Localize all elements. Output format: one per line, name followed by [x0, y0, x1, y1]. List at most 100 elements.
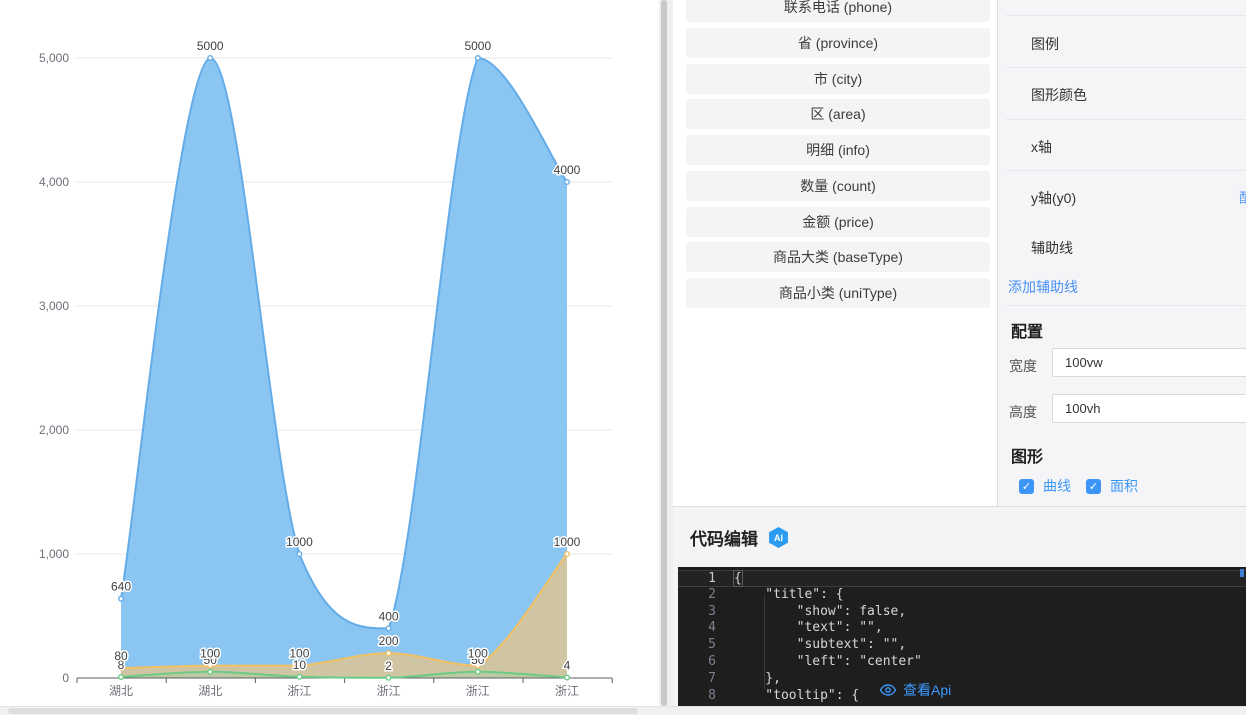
json-code-editor[interactable]: 1{2 "title": {3 "show": false,4 "text": … [678, 567, 1246, 708]
field-item[interactable]: 区 (area) [686, 99, 990, 129]
shape-options-row: ✓ 曲线 ✓ 面积 [1019, 476, 1138, 496]
area-chart-svg: 01,0002,0003,0004,0005,000湖北湖北浙江浙江浙江浙江85… [0, 0, 658, 706]
data-label: 5000 [464, 39, 491, 53]
area-chart-preview[interactable]: 01,0002,0003,0004,0005,000湖北湖北浙江浙江浙江浙江85… [0, 0, 658, 706]
settings-row[interactable]: 辅助线 [1031, 238, 1073, 258]
eye-icon [880, 684, 896, 696]
line-code: }, [734, 671, 781, 688]
editor-line[interactable]: 8 "tooltip": { [678, 688, 1246, 705]
y-tick-label: 3,000 [39, 299, 69, 313]
data-label: 1000 [286, 535, 313, 549]
y-tick-label: 5,000 [39, 51, 69, 65]
settings-row[interactable]: 图例 [1031, 34, 1059, 54]
field-item[interactable]: 金额 (price) [686, 207, 990, 237]
vertical-scrollbar-thumb[interactable] [661, 0, 667, 706]
line-number: 2 [678, 587, 716, 604]
settings-row[interactable]: x轴 [1031, 137, 1052, 157]
data-point [386, 626, 391, 631]
add-guide-line-link[interactable]: 添加辅助线 [1008, 277, 1078, 297]
line-code: "left": "center" [734, 654, 922, 671]
data-point [208, 56, 213, 61]
divider [1006, 170, 1246, 171]
height-input[interactable] [1052, 394, 1246, 423]
line-code: "subtext": "", [734, 637, 906, 654]
ai-icon[interactable]: AI [768, 527, 789, 548]
field-item[interactable]: 商品大类 (baseType) [686, 242, 990, 272]
settings-row[interactable]: 图形颜色 [1031, 85, 1087, 105]
code-edit-title: 代码编辑 [690, 525, 758, 550]
area-checkbox-label[interactable]: 面积 [1110, 476, 1138, 496]
line-number: 1 [678, 571, 716, 586]
data-point [386, 675, 391, 680]
code-edit-section: 代码编辑 AI 1{2 "title": {3 "show": false,4 … [673, 506, 1246, 706]
editor-line[interactable]: 1{ [678, 570, 1246, 587]
shape-heading: 图形 [1011, 443, 1043, 467]
config-heading: 配置 [1011, 318, 1043, 342]
field-item[interactable]: 联系电话 (phone) [686, 0, 990, 22]
line-number: 4 [678, 620, 716, 637]
view-api-label: 查看Api [903, 680, 951, 700]
data-label: 4000 [554, 163, 581, 177]
dataset-fields-panel: 联系电话 (phone) 省 (province) 市 (city) 区 (area)… [673, 0, 997, 506]
data-point [208, 670, 213, 675]
view-api-link[interactable]: 查看Api [880, 680, 951, 700]
x-tick-label: 湖北 [109, 683, 133, 698]
settings-row[interactable]: y轴(y0) [1031, 188, 1076, 208]
field-item[interactable]: 商品小类 (uniType) [686, 278, 990, 308]
data-label: 100 [289, 647, 309, 661]
data-label: 1000 [554, 535, 581, 549]
data-label: 640 [111, 580, 131, 594]
code-edit-header: 代码编辑 AI [690, 525, 789, 550]
minimap-marker [1240, 569, 1244, 577]
line-code: "text": "", [734, 620, 883, 637]
field-item[interactable]: 市 (city) [686, 64, 990, 94]
data-point [565, 675, 570, 680]
series-area [121, 58, 567, 678]
x-tick-label: 浙江 [555, 684, 579, 698]
data-point [565, 552, 570, 557]
line-code: "title": { [734, 587, 844, 604]
x-tick-label: 浙江 [377, 684, 401, 698]
line-code: "tooltip": { [734, 688, 859, 705]
field-item[interactable]: 明细 (info) [686, 135, 990, 165]
data-point [119, 675, 124, 680]
line-code: "show": false, [734, 604, 906, 621]
chart-builder-app: 01,0002,0003,0004,0005,000湖北湖北浙江浙江浙江浙江85… [0, 0, 1246, 715]
data-label: 200 [379, 634, 399, 648]
data-label: 100 [200, 647, 220, 661]
vertical-scrollbar[interactable] [659, 0, 673, 706]
y-tick-label: 2,000 [39, 423, 69, 437]
divider [1006, 119, 1246, 120]
curve-checkbox-label[interactable]: 曲线 [1043, 476, 1071, 496]
data-label: 5000 [197, 39, 224, 53]
line-number: 8 [678, 688, 716, 705]
data-point [119, 596, 124, 601]
field-item[interactable]: 省 (province) [686, 28, 990, 58]
height-label: 高度 [1009, 402, 1037, 422]
horizontal-scrollbar-thumb[interactable] [8, 708, 638, 714]
data-point [476, 56, 481, 61]
width-label: 宽度 [1009, 356, 1037, 376]
line-number: 3 [678, 604, 716, 621]
y-tick-label: 4,000 [39, 175, 69, 189]
divider [1006, 305, 1246, 306]
line-number: 7 [678, 671, 716, 688]
data-label: 2 [385, 659, 392, 673]
curve-checkbox[interactable]: ✓ [1019, 479, 1034, 494]
width-input[interactable] [1052, 348, 1246, 377]
data-point [297, 674, 302, 679]
line-number: 6 [678, 654, 716, 671]
data-point [386, 651, 391, 656]
line-code: { [734, 571, 742, 586]
area-checkbox[interactable]: ✓ [1086, 479, 1101, 494]
horizontal-scrollbar[interactable] [0, 706, 1246, 715]
data-label: 80 [114, 649, 128, 663]
y-tick-label: 0 [62, 671, 69, 685]
x-tick-label: 浙江 [466, 684, 490, 698]
clipped-link-fragment[interactable]: 配 [1239, 188, 1246, 206]
x-tick-label: 湖北 [198, 683, 222, 698]
field-item[interactable]: 数量 (count) [686, 171, 990, 201]
data-point [297, 552, 302, 557]
data-label: 400 [379, 609, 399, 623]
chart-settings-panel: 图例图形颜色 x轴 y轴(y0) 辅助线 添加辅助线 配 配置 宽度 高度 图形 ✓ … [997, 0, 1246, 506]
